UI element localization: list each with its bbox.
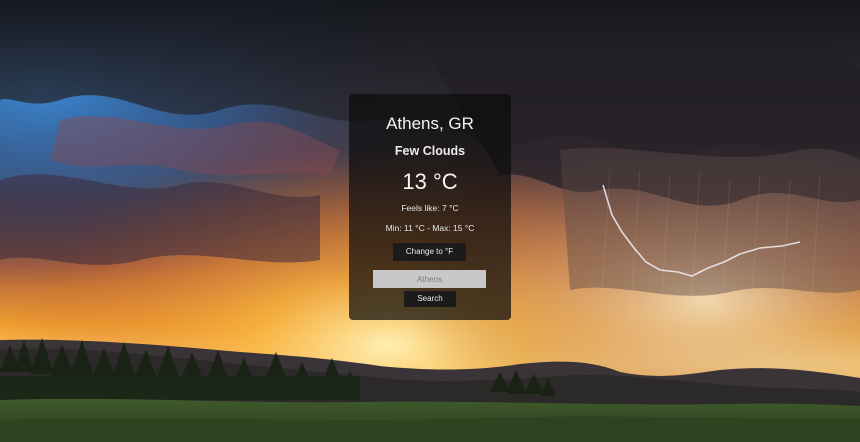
city-search-input[interactable] [373,270,486,288]
min-max-temperature: Min: 11 °C - Max: 15 °C [385,223,475,233]
search-button[interactable]: Search [404,291,456,307]
app-viewport: Athens, GR Few Clouds 13 °C Feels like: … [0,0,860,442]
change-unit-button[interactable]: Change to °F [393,243,466,261]
weather-description: Few Clouds [394,144,466,158]
feels-like-text: Feels like: 7 °C [401,203,459,213]
city-name: Athens, GR [386,114,474,133]
current-temperature: 13 °C [402,169,458,194]
weather-card: Athens, GR Few Clouds 13 °C Feels like: … [349,94,511,320]
